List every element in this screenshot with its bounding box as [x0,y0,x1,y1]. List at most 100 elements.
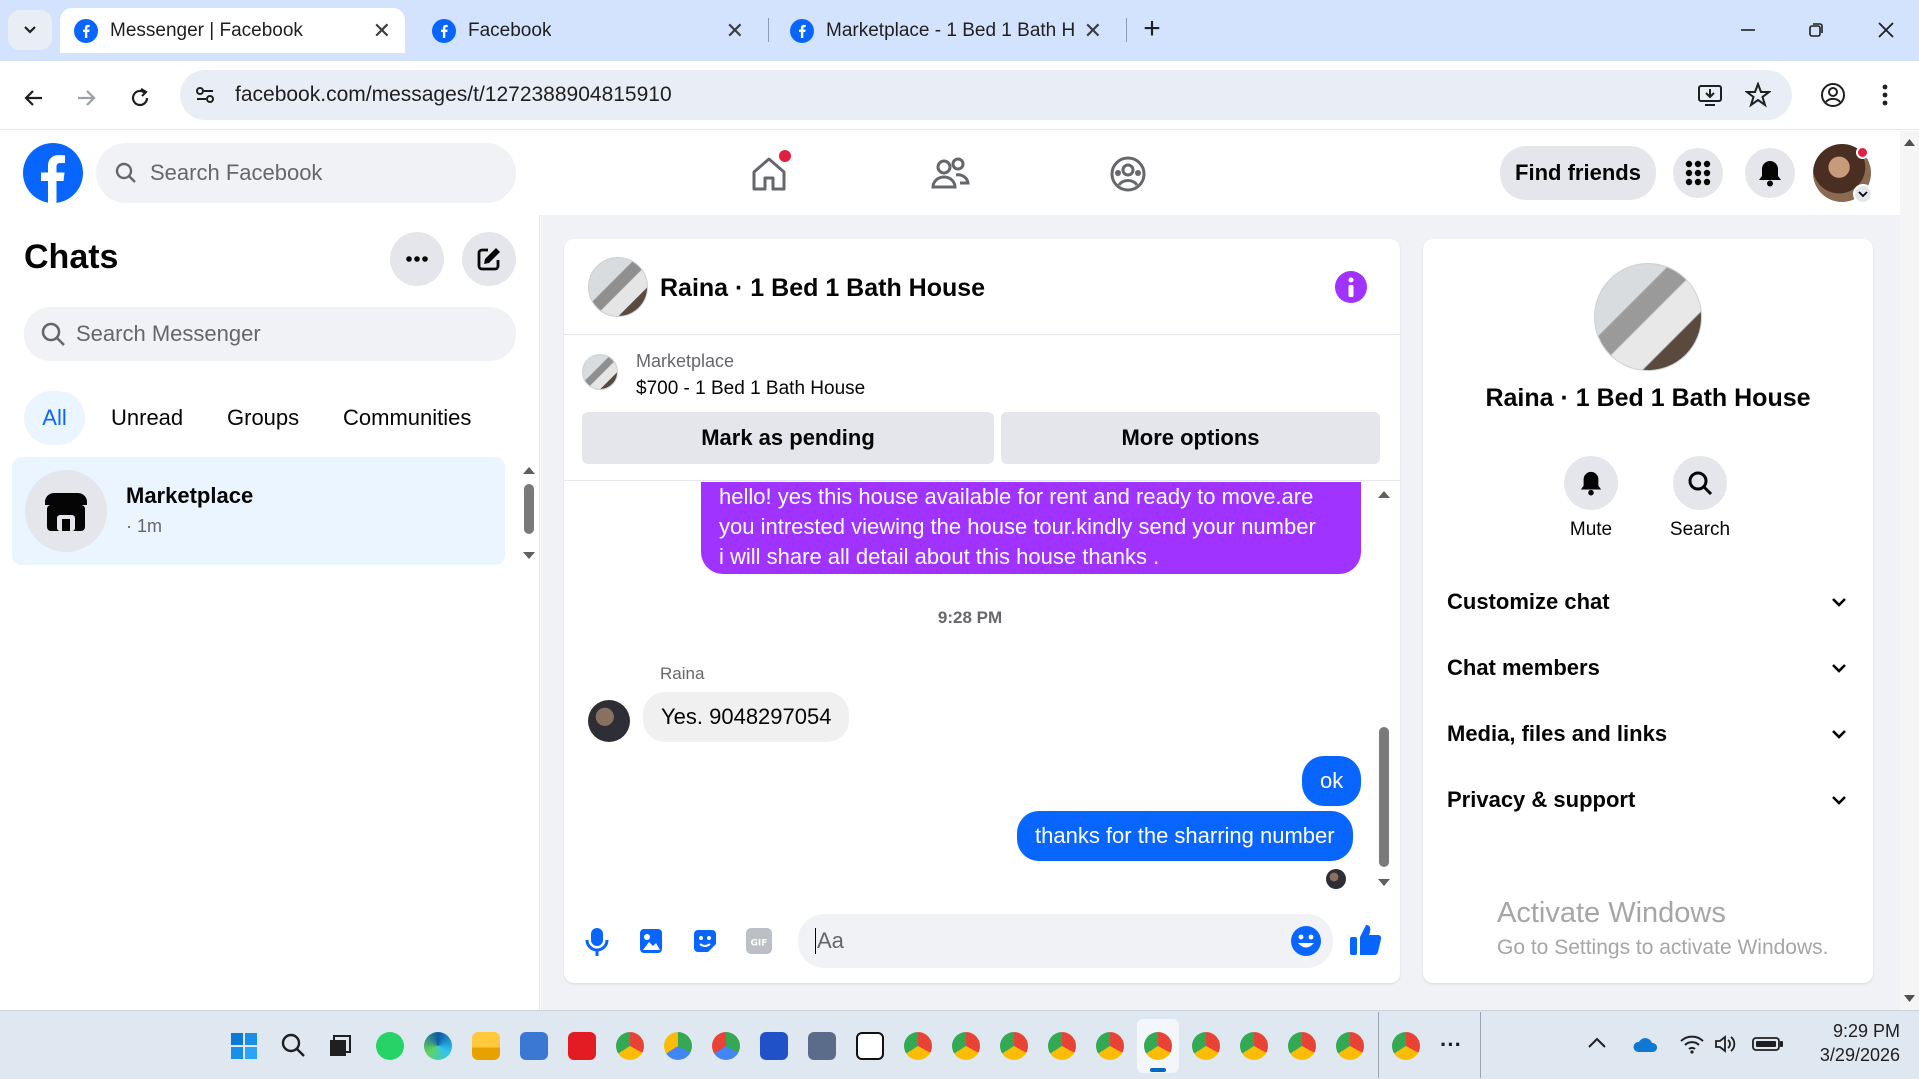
message-input[interactable]: Aa [798,914,1333,968]
listing-title[interactable]: $700 - 1 Bed 1 Bath House [636,378,865,400]
tab-search-button[interactable] [8,10,52,50]
clock-time[interactable]: 9:29 PM [1800,1021,1900,1042]
chrome-taskbar-icon[interactable] [1048,1032,1076,1060]
attach-photo-button[interactable] [637,926,665,956]
section-customize-chat[interactable]: Customize chat [1447,582,1847,622]
chat-list-scrollbar[interactable] [521,463,537,563]
chrome-taskbar-icon[interactable] [1192,1032,1220,1060]
chat-list-item-marketplace[interactable]: Marketplace · 1m [12,457,505,565]
conversation-title[interactable]: Raina · 1 Bed 1 Bath House [660,274,985,303]
bookmark-star-icon[interactable] [1745,82,1771,108]
messenger-search[interactable]: Search Messenger [24,307,516,361]
chrome-taskbar-icon[interactable] [1288,1032,1316,1060]
mark-as-pending-button[interactable]: Mark as pending [582,412,994,464]
task-view-button[interactable] [328,1034,352,1058]
section-chat-members[interactable]: Chat members [1447,648,1847,688]
close-tab-icon[interactable]: ✕ [1084,18,1102,44]
profile-icon[interactable] [1820,82,1846,108]
mute-action[interactable] [1563,456,1619,510]
site-info-icon[interactable] [193,83,217,107]
nav-groups[interactable] [1104,150,1152,198]
chrome-profile-taskbar-icon[interactable] [712,1032,740,1060]
restore-button[interactable] [1798,14,1834,46]
listing-thumbnail[interactable] [582,354,618,390]
page-scrollbar[interactable] [1900,131,1919,1010]
browser-menu-icon[interactable] [1880,82,1890,108]
search-in-conversation-button[interactable] [1673,456,1727,510]
chrome-taskbar-icon[interactable] [904,1032,932,1060]
notifications-button[interactable] [1745,148,1795,198]
calculator-taskbar-icon[interactable] [808,1032,836,1060]
section-media-files-links[interactable]: Media, files and links [1447,714,1847,754]
minimize-button[interactable] [1730,14,1766,46]
info-avatar[interactable] [1594,263,1702,371]
emoji-button[interactable] [1290,925,1322,957]
account-avatar[interactable] [1813,144,1873,204]
gif-button[interactable]: GIF [745,927,773,955]
received-message[interactable]: Yes. 9048297054 [643,692,850,742]
onedrive-icon[interactable] [1632,1036,1658,1054]
send-like-button[interactable] [1348,922,1384,958]
forward-button[interactable] [68,80,104,116]
chrome-taskbar-icon[interactable] [1336,1032,1364,1060]
chrome-taskbar-icon[interactable] [1392,1032,1420,1060]
url-text[interactable]: facebook.com/messages/t/1272388904815910 [235,83,672,107]
facebook-logo[interactable] [23,143,83,203]
wps-taskbar-icon[interactable] [568,1032,596,1060]
tab-facebook[interactable]: Facebook ✕ [418,8,758,53]
nav-friends[interactable] [925,150,975,198]
clock-date[interactable]: 3/29/2026 [1800,1045,1900,1066]
file-explorer-taskbar-icon[interactable] [472,1032,500,1060]
find-friends-button[interactable]: Find friends [1500,146,1656,200]
chrome-profile-taskbar-icon[interactable] [664,1032,692,1060]
start-button[interactable] [230,1032,258,1060]
app-taskbar-icon[interactable] [760,1032,788,1060]
menu-button[interactable] [1673,148,1723,198]
filter-groups[interactable]: Groups [227,405,299,431]
search-action[interactable] [1672,456,1728,510]
messages-scrollbar[interactable] [1376,484,1392,894]
new-message-button[interactable] [462,232,516,286]
section-privacy-support[interactable]: Privacy & support [1447,780,1847,820]
notepad-taskbar-icon[interactable] [520,1032,548,1060]
tray-chevron-up-icon[interactable] [1587,1036,1607,1050]
chrome-taskbar-icon[interactable] [1240,1032,1268,1060]
tab-marketplace[interactable]: Marketplace - 1 Bed 1 Bath Hou ✕ [776,8,1116,53]
filter-all[interactable]: All [24,391,85,445]
chrome-taskbar-icon[interactable] [1096,1032,1124,1060]
mute-button[interactable] [1564,456,1618,510]
new-tab-button[interactable]: + [1136,12,1168,48]
conversation-info-button[interactable] [1335,271,1367,303]
facebook-search[interactable]: Search Facebook [96,143,516,203]
battery-icon[interactable] [1752,1036,1784,1052]
filter-unread[interactable]: Unread [111,405,183,431]
taskbar-overflow-button[interactable]: ··· [1440,1032,1462,1058]
more-options-button[interactable]: More options [1001,412,1380,464]
reload-button[interactable] [122,80,158,116]
sender-avatar[interactable] [588,700,630,742]
nav-home[interactable] [745,150,793,198]
sent-message-thanks[interactable]: thanks for the sharring number [1017,811,1353,861]
chrome-active-taskbar-icon[interactable] [1144,1032,1172,1060]
tab-messenger[interactable]: Messenger | Facebook ✕ [60,8,405,53]
voice-clip-button[interactable] [583,926,611,958]
close-tab-icon[interactable]: ✕ [373,18,391,44]
taskbar-search-button[interactable] [280,1032,306,1058]
whatsapp-taskbar-icon[interactable] [376,1032,404,1060]
wifi-icon[interactable] [1680,1034,1704,1054]
sent-message-long[interactable]: hello! yes this house available for rent… [701,482,1361,574]
back-button[interactable] [16,80,52,116]
chrome-taskbar-icon[interactable] [952,1032,980,1060]
sticker-button[interactable] [690,926,720,956]
chrome-taskbar-icon[interactable] [1000,1032,1028,1060]
capcut-taskbar-icon[interactable] [856,1032,884,1060]
edge-taskbar-icon[interactable] [424,1032,452,1060]
close-window-button[interactable] [1868,14,1904,46]
install-app-icon[interactable] [1697,82,1723,108]
filter-communities[interactable]: Communities [343,405,471,431]
close-tab-icon[interactable]: ✕ [726,18,744,44]
sent-message-ok[interactable]: ok [1302,756,1362,806]
chats-more-button[interactable] [390,232,444,286]
conversation-avatar[interactable] [588,257,648,317]
chrome-taskbar-icon[interactable] [616,1032,644,1060]
